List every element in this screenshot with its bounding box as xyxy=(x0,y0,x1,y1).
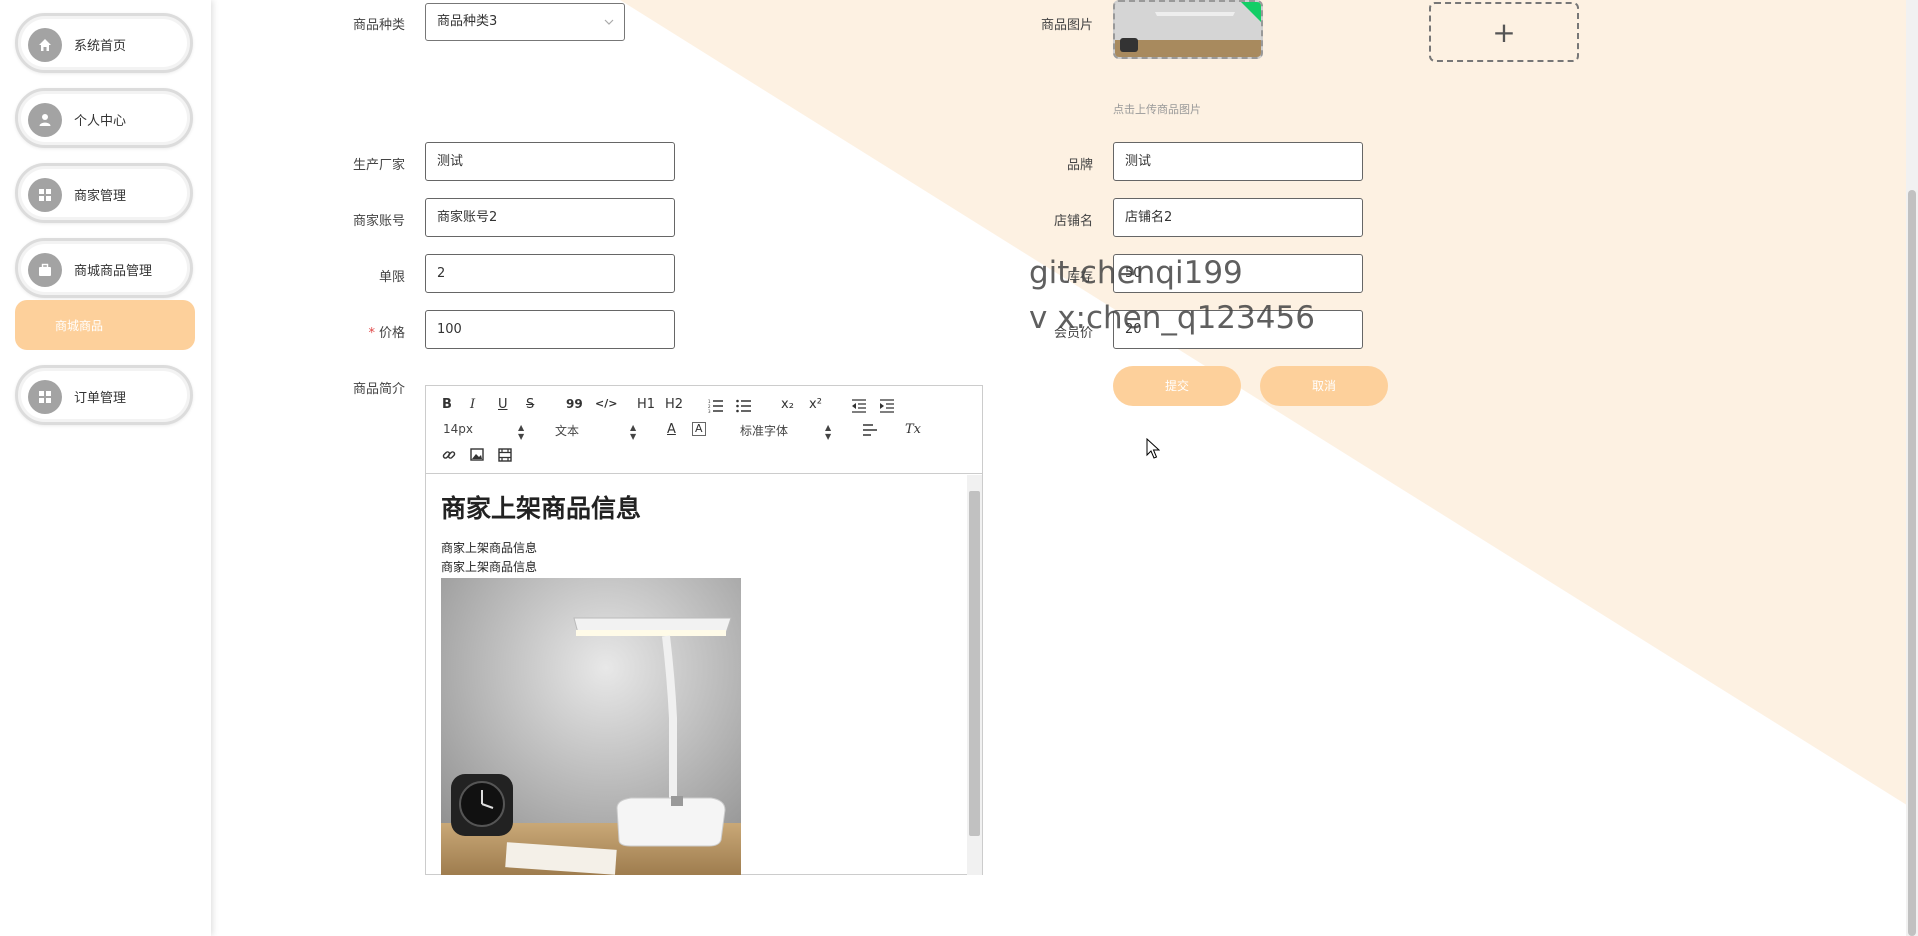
underline-button[interactable]: U xyxy=(498,397,508,412)
sidebar-item-merchant[interactable]: 商家管理 xyxy=(15,163,193,223)
shop-name-input[interactable]: 店铺名2 xyxy=(1113,198,1363,237)
sidebar-item-label: 订单管理 xyxy=(74,391,127,406)
outdent-icon[interactable] xyxy=(851,399,867,417)
editor-paragraph: 商家上架商品信息 xyxy=(441,541,538,555)
select-arrows-icon: ▲ ▼ xyxy=(825,423,832,441)
uploaded-image-thumbnail[interactable] xyxy=(1113,0,1263,59)
chevron-down-icon xyxy=(604,4,614,56)
brand-label: 品牌 xyxy=(1066,158,1093,173)
indent-icon[interactable] xyxy=(879,399,895,417)
sidebar-subitem-label: 商城商品 xyxy=(55,319,104,333)
category-label: 商品种类 xyxy=(352,18,405,33)
editor-scrollbar-thumb[interactable] xyxy=(969,491,980,836)
price-input[interactable]: 100 xyxy=(425,310,675,349)
watermark-line-1: git:chenqi199 xyxy=(1029,255,1243,291)
page-scrollbar[interactable] xyxy=(1906,0,1918,936)
select-arrows-icon: ▲ ▼ xyxy=(630,423,637,441)
text-type-value: 文本 xyxy=(555,424,580,438)
sidebar-item-orders[interactable]: 订单管理 xyxy=(15,365,193,425)
category-value: 商品种类3 xyxy=(437,14,498,29)
font-color-icon[interactable]: A xyxy=(667,422,676,437)
sidebar-item-label: 系统首页 xyxy=(74,39,127,54)
category-select[interactable]: 商品种类3 xyxy=(425,3,625,41)
limit-label: 单限 xyxy=(378,270,405,285)
brand-input[interactable]: 测试 xyxy=(1113,142,1363,181)
add-image-button[interactable]: + xyxy=(1429,2,1579,62)
h1-button[interactable]: H1 xyxy=(637,397,655,412)
submit-button[interactable]: 提交 xyxy=(1113,366,1241,406)
briefcase-icon xyxy=(28,253,62,287)
sidebar-item-label: 商城商品管理 xyxy=(74,264,153,279)
mouse-cursor-icon xyxy=(1146,438,1160,459)
font-size-value: 14px xyxy=(443,422,473,436)
sidebar-subitem-mall-products[interactable]: 商城商品 xyxy=(15,300,195,350)
strike-button[interactable]: S xyxy=(526,397,534,412)
page-scrollbar-thumb[interactable] xyxy=(1908,190,1916,936)
sidebar-item-label: 个人中心 xyxy=(74,114,127,129)
editor-toolbar: B I U S 99 </> H1 H2 123 x₂ x² 14px ▲ ▼ 文… xyxy=(426,386,982,474)
subscript-button[interactable]: x₂ xyxy=(781,397,794,412)
sidebar: 系统首页 个人中心 商家管理 商城商品管理 商城商品 订单管理 xyxy=(0,0,211,936)
clear-format-button[interactable]: Tx xyxy=(905,422,921,437)
watermark-line-2: v x:chen_q123456 xyxy=(1029,300,1315,336)
shop-name-label: 店铺名 xyxy=(1053,214,1093,229)
image-label: 商品图片 xyxy=(1040,18,1093,33)
text-type-select[interactable]: 文本 ▲ ▼ xyxy=(555,422,640,441)
sidebar-item-profile[interactable]: 个人中心 xyxy=(15,88,193,148)
font-family-value: 标准字体 xyxy=(740,424,789,438)
italic-button[interactable]: I xyxy=(470,397,475,412)
bullet-list-icon[interactable] xyxy=(736,399,752,417)
merchant-account-label: 商家账号 xyxy=(352,214,405,229)
grid-icon xyxy=(28,178,62,212)
image-icon[interactable] xyxy=(470,448,484,465)
cancel-button[interactable]: 取消 xyxy=(1260,366,1388,406)
product-image xyxy=(441,578,741,875)
manufacturer-label: 生产厂家 xyxy=(352,158,405,173)
align-left-icon[interactable] xyxy=(863,424,877,440)
font-size-select[interactable]: 14px ▲ ▼ xyxy=(443,422,528,441)
font-family-select[interactable]: 标准字体 ▲ ▼ xyxy=(740,422,835,441)
sidebar-item-home[interactable]: 系统首页 xyxy=(15,13,193,73)
editor-heading: 商家上架商品信息 xyxy=(441,494,642,523)
required-mark: * xyxy=(368,326,375,341)
rich-text-editor[interactable]: B I U S 99 </> H1 H2 123 x₂ x² 14px ▲ ▼ 文… xyxy=(425,385,983,875)
bold-button[interactable]: B xyxy=(442,397,452,412)
limit-input[interactable]: 2 xyxy=(425,254,675,293)
editor-content[interactable]: 商家上架商品信息 商家上架商品信息 商家上架商品信息 xyxy=(426,475,966,875)
quote-button[interactable]: 99 xyxy=(566,397,583,411)
merchant-account-input[interactable]: 商家账号2 xyxy=(425,198,675,237)
home-icon xyxy=(28,28,62,62)
video-icon[interactable] xyxy=(498,448,512,466)
select-arrows-icon: ▲ ▼ xyxy=(518,423,525,441)
ordered-list-icon[interactable]: 123 xyxy=(708,399,724,417)
sidebar-item-label: 商家管理 xyxy=(74,189,127,204)
user-icon xyxy=(28,103,62,137)
code-button[interactable]: </> xyxy=(595,397,617,410)
grid-icon xyxy=(28,380,62,414)
link-icon[interactable] xyxy=(442,448,456,466)
intro-label: 商品简介 xyxy=(352,382,405,397)
manufacturer-input[interactable]: 测试 xyxy=(425,142,675,181)
editor-paragraph: 商家上架商品信息 xyxy=(441,560,538,574)
h2-button[interactable]: H2 xyxy=(665,397,683,412)
superscript-button[interactable]: x² xyxy=(809,397,822,412)
background-color-icon[interactable]: A xyxy=(692,422,706,436)
editor-scrollbar[interactable] xyxy=(967,475,982,875)
upload-hint: 点击上传商品图片 xyxy=(1113,103,1201,116)
thumbnail-image xyxy=(1115,2,1261,57)
price-label: * 价格 xyxy=(295,322,405,341)
svg-text:3: 3 xyxy=(708,409,711,413)
price-label-text: 价格 xyxy=(378,326,405,341)
sidebar-item-products[interactable]: 商城商品管理 xyxy=(15,238,193,298)
